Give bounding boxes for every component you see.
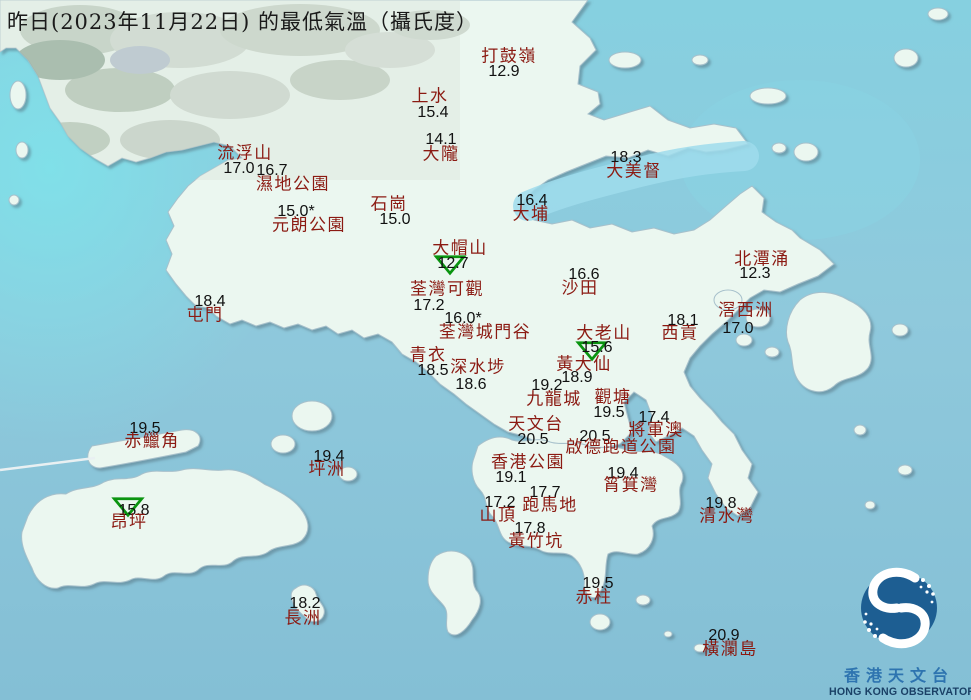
stations-layer: 12.9 打鼓嶺 15.4 上水 14.1 大隴 18.3 大美督 17.0 流浮山 16.7 濕地公… [0,0,971,700]
station-name: 沙田 [561,278,599,299]
station-name: 長洲 [284,608,322,629]
station-name: 濕地公園 [256,174,330,195]
station-name: 觀塘 [594,387,632,408]
station-name: 深水埗 [450,357,506,378]
hko-logo: 香港天文台 HONG KONG OBSERVATORY [829,560,971,698]
station-name: 荃灣城門谷 [438,322,532,343]
station-name: 黃大仙 [556,354,612,375]
station-name: 山頂 [479,505,517,526]
map-title: 昨日(2023年11月22日) 的最低氣溫（攝氏度） [7,10,478,34]
station-name: 元朗公園 [272,215,346,236]
station-value: 17.2 [413,297,445,314]
station-name: 清水灣 [699,506,755,527]
hko-logo-icon [861,567,937,649]
hko-min-temp-map: 昨日(2023年11月22日) 的最低氣溫（攝氏度） 12.9 打鼓嶺 15.4 上水… [0,0,971,700]
station-name: 青衣 [409,345,447,366]
station-value: 15.4 [417,104,449,121]
station-name: 大隴 [422,144,460,165]
station-name: 大帽山 [432,238,488,259]
station-name: 大美督 [606,161,662,182]
station-name: 天文台 [508,414,564,435]
station-value: 17.0 [722,320,754,337]
station-name: 筲箕灣 [603,475,659,496]
station-value: 18.6 [455,376,487,393]
station-name: 九龍城 [526,389,582,410]
station-name: 北潭涌 [734,249,790,270]
station-name: 荃灣可觀 [410,279,484,300]
station-name: 西貢 [661,323,699,344]
station-name: 大老山 [576,323,632,344]
station-name: 滘西洲 [718,300,774,321]
station-name: 啟德跑道公園 [565,437,677,458]
station-name: 赤柱 [575,587,613,608]
station-name: 黃竹坑 [508,531,564,552]
station-name: 屯門 [186,305,224,326]
station-name: 將軍澳 [628,420,684,441]
station-name: 昂坪 [110,512,148,533]
station-name: 橫瀾島 [702,639,758,660]
station-name: 流浮山 [217,143,273,164]
station-name: 香港公園 [491,452,565,473]
station-name: 打鼓嶺 [481,46,537,67]
station-name: 大埔 [512,204,550,225]
station-name: 坪洲 [308,459,346,480]
logo-chinese-name: 香港天文台 [843,666,954,685]
station-name: 上水 [411,86,449,107]
station-name: 赤鱲角 [124,431,180,452]
station-name: 跑馬地 [522,495,578,516]
station-name: 石崗 [370,194,408,215]
logo-english-name: HONG KONG OBSERVATORY [829,686,971,698]
